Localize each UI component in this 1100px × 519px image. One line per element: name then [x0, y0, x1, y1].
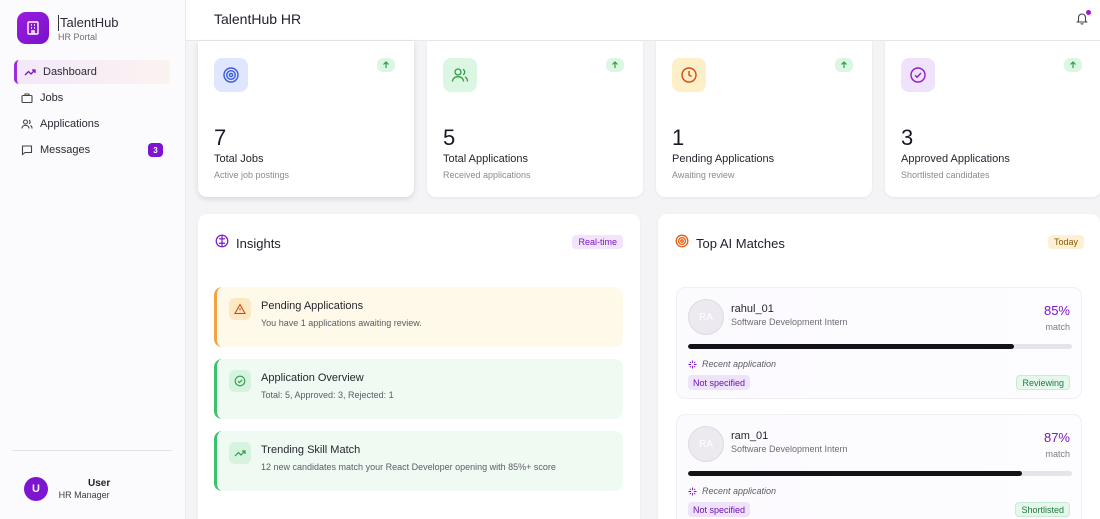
page-title: TalentHub HR [214, 11, 302, 27]
stat-label: Total Jobs [214, 153, 264, 165]
sidebar-divider [12, 450, 172, 451]
user-name: User [88, 478, 111, 489]
stat-label: Total Applications [443, 153, 528, 165]
candidate-role: Software Development Intern [731, 317, 848, 327]
insights-panel: Insights Real-time Pending Applications … [198, 214, 640, 519]
stat-card-total-applications[interactable]: 5 Total Applications Received applicatio… [427, 41, 643, 197]
user-role: HR Manager [58, 490, 110, 500]
match-card[interactable]: RA rahul_01 Software Development Intern … [676, 287, 1082, 399]
stat-subtitle: Received applications [443, 170, 531, 180]
brand-subtitle: HR Portal [58, 31, 98, 42]
sidebar-item-messages[interactable]: Messages 3 [14, 138, 170, 162]
stat-label: Pending Applications [672, 153, 775, 165]
sidebar-item-dashboard[interactable]: Dashboard [14, 60, 170, 84]
candidate-name: ram_01 [731, 430, 769, 442]
match-percent: 85% [1043, 303, 1070, 318]
insight-title: Pending Applications [261, 300, 364, 312]
trend-icon [229, 442, 251, 464]
insight-item[interactable]: Pending Applications You have 1 applicat… [214, 287, 623, 347]
match-progress-bar [688, 471, 1072, 476]
panel-title: Top AI Matches [696, 236, 785, 251]
brain-icon [215, 234, 229, 253]
recent-label: Recent application [702, 359, 777, 369]
users-icon [443, 58, 477, 92]
sidebar-item-jobs[interactable]: Jobs [14, 86, 170, 110]
insight-title: Application Overview [261, 372, 364, 384]
warning-icon [229, 298, 251, 320]
top-header: TalentHub HR [186, 0, 1100, 41]
avatar: U [24, 477, 48, 501]
arrow-up-icon [377, 58, 395, 72]
sidebar: TalentHub HR Portal Dashboard Jobs Appli… [0, 0, 186, 519]
insight-item[interactable]: Trending Skill Match 12 new candidates m… [214, 431, 623, 491]
user-profile[interactable]: U User HR Manager [24, 477, 110, 501]
check-circle-icon [229, 370, 251, 392]
sparkle-icon [688, 486, 697, 496]
today-badge: Today [1047, 235, 1084, 249]
match-card[interactable]: RA ram_01 Software Development Intern 87… [676, 414, 1082, 519]
sidebar-item-applications[interactable]: Applications [14, 112, 170, 136]
avatar: RA [688, 299, 724, 335]
briefcase-icon [21, 92, 33, 104]
insight-item[interactable]: Application Overview Total: 5, Approved:… [214, 359, 623, 419]
message-icon [21, 144, 33, 156]
experience-tag: Not specified [688, 502, 751, 517]
brand[interactable]: TalentHub HR Portal [17, 12, 119, 44]
match-label: match [1045, 322, 1070, 332]
panel-title: Insights [236, 236, 281, 251]
sidebar-item-label: Messages [40, 144, 91, 156]
clock-icon [672, 58, 706, 92]
brand-title: TalentHub [58, 14, 119, 31]
insight-title: Trending Skill Match [261, 444, 361, 456]
stat-label: Approved Applications [901, 153, 1010, 165]
avatar: RA [688, 426, 724, 462]
insight-text: Total: 5, Approved: 3, Rejected: 1 [261, 390, 394, 400]
insight-text: 12 new candidates match your React Devel… [261, 462, 556, 472]
match-progress-fill [688, 344, 1015, 349]
stat-value: 5 [443, 125, 456, 150]
users-icon [21, 118, 33, 130]
stat-subtitle: Awaiting review [672, 170, 735, 180]
status-badge: Reviewing [1016, 375, 1070, 390]
match-progress-bar [688, 344, 1072, 349]
arrow-up-icon [1064, 58, 1082, 72]
stat-subtitle: Shortlisted candidates [901, 170, 990, 180]
recent-label: Recent application [702, 486, 777, 496]
check-circle-icon [901, 58, 935, 92]
candidate-role: Software Development Intern [731, 444, 848, 454]
notification-dot [1086, 10, 1091, 15]
insight-text: You have 1 applications awaiting review. [261, 318, 422, 328]
sidebar-item-label: Applications [40, 118, 100, 130]
stat-subtitle: Active job postings [214, 170, 290, 180]
stat-value: 1 [672, 125, 685, 150]
experience-tag: Not specified [688, 375, 751, 390]
candidate-name: rahul_01 [731, 303, 774, 315]
sidebar-item-label: Jobs [40, 92, 64, 104]
unread-badge: 3 [148, 143, 163, 157]
trend-icon [24, 66, 36, 78]
match-progress-fill [688, 471, 1023, 476]
match-label: match [1045, 449, 1070, 459]
stat-value: 3 [901, 125, 914, 150]
stat-card-approved-applications[interactable]: 3 Approved Applications Shortlisted cand… [885, 41, 1100, 197]
realtime-badge: Real-time [572, 235, 623, 249]
stat-card-total-jobs[interactable]: 7 Total Jobs Active job postings [198, 41, 414, 197]
status-badge: Shortlisted [1015, 502, 1070, 517]
target-icon [675, 234, 689, 253]
top-matches-panel: Top AI Matches Today RA rahul_01 Softwar… [658, 214, 1100, 519]
stat-value: 7 [214, 125, 227, 150]
sidebar-nav: Dashboard Jobs Applications Messages 3 [14, 60, 170, 164]
building-icon [17, 12, 49, 44]
arrow-up-icon [835, 58, 853, 72]
stat-card-pending-applications[interactable]: 1 Pending Applications Awaiting review [656, 41, 872, 197]
match-percent: 87% [1043, 430, 1070, 445]
target-icon [214, 58, 248, 92]
sidebar-item-label: Dashboard [43, 66, 97, 78]
arrow-up-icon [606, 58, 624, 72]
sparkle-icon [688, 359, 697, 369]
